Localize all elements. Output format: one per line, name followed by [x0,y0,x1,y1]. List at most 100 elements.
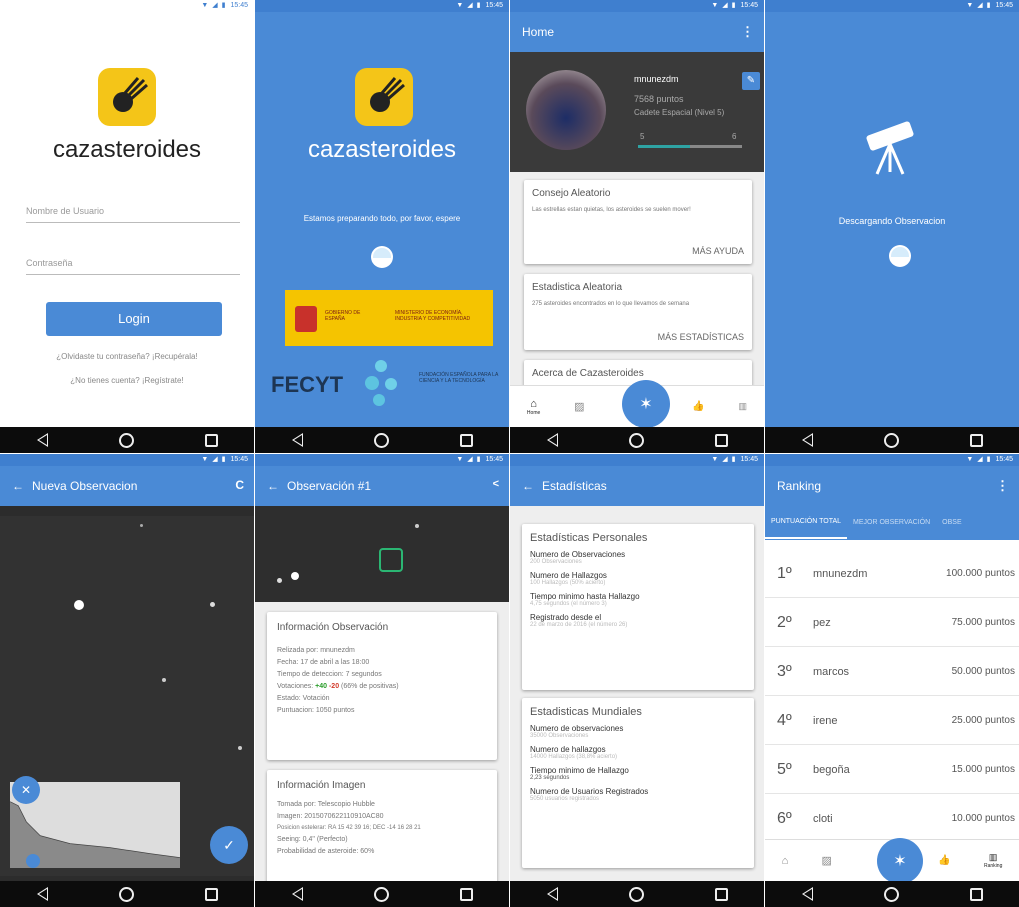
home-circle-icon[interactable] [119,886,135,902]
forgot-password-link[interactable]: ¿Olvidaste tu contraseña? ¡Recupérala! [0,352,254,361]
info-line: Relizada por: mnunezdm [277,647,355,654]
recents-icon[interactable] [459,887,475,901]
observations-icon[interactable]: ▨ [574,400,584,413]
username-field[interactable]: Nombre de Usuario [26,206,240,223]
home-circle-icon[interactable] [374,886,390,902]
close-fab[interactable]: ✕ [12,776,40,804]
info-line: Estado: Votación [277,695,330,702]
home-circle-icon[interactable] [629,886,645,902]
home-circle-icon[interactable] [884,432,900,448]
rank-points: 75.000 puntos [951,617,1015,628]
back-arrow-icon[interactable]: ← [522,479,534,493]
refresh-icon[interactable]: C [235,478,244,492]
login-button[interactable]: Login [46,302,222,336]
recents-icon[interactable] [204,887,220,901]
rank-name: begoña [813,763,850,776]
status-bar: ▼ ◢ ▮ 15:45 [510,0,764,12]
slider-handle[interactable] [26,854,40,868]
nav-home[interactable]: ⌂ [782,855,789,867]
system-nav-bar [510,427,764,453]
status-icons: ▼ ◢ ▮ [456,2,482,9]
tab-total-score[interactable]: PUNTUACIÓN TOTAL [765,507,848,539]
stat-label: Numero de observaciones [530,724,624,733]
password-field[interactable]: Contraseña [26,258,240,275]
back-icon[interactable] [34,887,50,901]
back-icon[interactable] [544,887,560,901]
ranking-row[interactable]: 2º pez 75.000 puntos [765,599,1019,647]
observations-icon[interactable]: ▨ [821,854,831,867]
telescope-fab[interactable]: ✶ [622,380,670,428]
back-icon[interactable] [544,433,560,447]
status-bar: ▼ ◢ ▮ 15:45 [255,0,509,12]
home-circle-icon[interactable] [374,432,390,448]
rank-points: 50.000 puntos [951,666,1015,677]
votes-icon[interactable]: 👍 [938,855,950,866]
nav-home-label: Home [526,409,541,416]
overflow-menu-icon[interactable]: ⋮ [996,478,1009,494]
observation-thumbnail[interactable] [255,506,509,602]
more-help-link[interactable]: MÁS AYUDA [692,246,744,256]
recents-icon[interactable] [714,433,730,447]
fecyt-dots-icon [365,360,405,410]
system-nav-bar [765,427,1019,453]
more-stats-link[interactable]: MÁS ESTADÍSTICAS [658,332,744,342]
back-arrow-icon[interactable]: ← [267,479,279,493]
home-circle-icon[interactable] [629,432,645,448]
download-screen: ▼ ◢ ▮ 15:45 Descargando Observacion [765,0,1019,453]
image-line: Posicion estelerar: RA 15 42 39 16; DEC … [277,825,421,831]
nav-home[interactable]: ⌂ Home [527,398,540,416]
star [162,678,166,682]
recents-icon[interactable] [969,433,985,447]
home-circle-icon[interactable] [119,432,135,448]
stat-card-title: Estadistica Aleatoria [532,282,623,293]
home-circle-icon[interactable] [884,886,900,902]
loading-message: Estamos preparando todo, por favor, espe… [303,214,461,223]
recents-icon[interactable] [969,887,985,901]
back-icon[interactable] [799,433,815,447]
tab-best-observation[interactable]: MEJOR OBSERVACIÓN [847,508,936,538]
ranking-icon[interactable]: ▥ [739,401,748,412]
tab-observations[interactable]: OBSE [936,508,967,538]
ranking-row[interactable]: 4º irene 25.000 puntos [765,697,1019,745]
back-icon[interactable] [34,433,50,447]
personal-stats-title: Estadísticas Personales [530,532,648,544]
stat-value: 22 de marzo de 2016 (el número 26) [530,622,628,628]
ranking-row[interactable]: 6º cloti 10.000 puntos [765,795,1019,843]
rank-name: irene [813,714,838,727]
page-title: Home [522,25,555,39]
recents-icon[interactable] [459,433,475,447]
edit-button[interactable]: ✎ [742,72,760,90]
register-link[interactable]: ¿No tienes cuenta? ¡Regístrate! [0,376,254,385]
ranking-row[interactable]: 1º mnunezdm 100.000 puntos [765,550,1019,598]
recents-icon[interactable] [204,433,220,447]
confirm-fab[interactable]: ✓ [210,826,248,864]
status-time: 15:45 [230,2,248,9]
votes-suffix: (66% de positivas) [339,683,399,690]
stat-label: Numero de Observaciones [530,550,626,559]
back-icon[interactable] [289,887,305,901]
recents-icon[interactable] [714,887,730,901]
back-icon[interactable] [289,433,305,447]
back-icon[interactable] [799,887,815,901]
detection-box[interactable] [379,548,403,572]
overflow-menu-icon[interactable]: ⋮ [741,24,754,40]
stat-value: 14000 Hallazgos (38,8% acierto) [530,754,618,760]
back-arrow-icon[interactable]: ← [12,479,24,493]
avatar[interactable] [526,70,606,150]
telescope-fab[interactable]: ✶ [877,838,923,884]
gov-text: GOBIERNO DE ESPAÑA [325,310,361,322]
system-nav-bar [255,881,509,907]
star [238,746,242,750]
nav-ranking[interactable]: ▥ Ranking [984,852,1002,869]
share-icon[interactable]: < [493,478,499,490]
star [415,524,419,528]
image-line: Imagen: 2015070622110910AC80 [277,813,384,820]
rank-position: 4º [777,711,792,729]
votes-icon[interactable]: 👍 [692,401,704,412]
image-line: Seeing: 0,4" (Perfecto) [277,836,348,843]
stat-value: 200 Observaciones [530,559,582,565]
ranking-row[interactable]: 3º marcos 50.000 puntos [765,648,1019,696]
download-message: Descargando Observacion [838,216,946,226]
system-nav-bar [255,427,509,453]
ranking-row[interactable]: 5º begoña 15.000 puntos [765,746,1019,794]
